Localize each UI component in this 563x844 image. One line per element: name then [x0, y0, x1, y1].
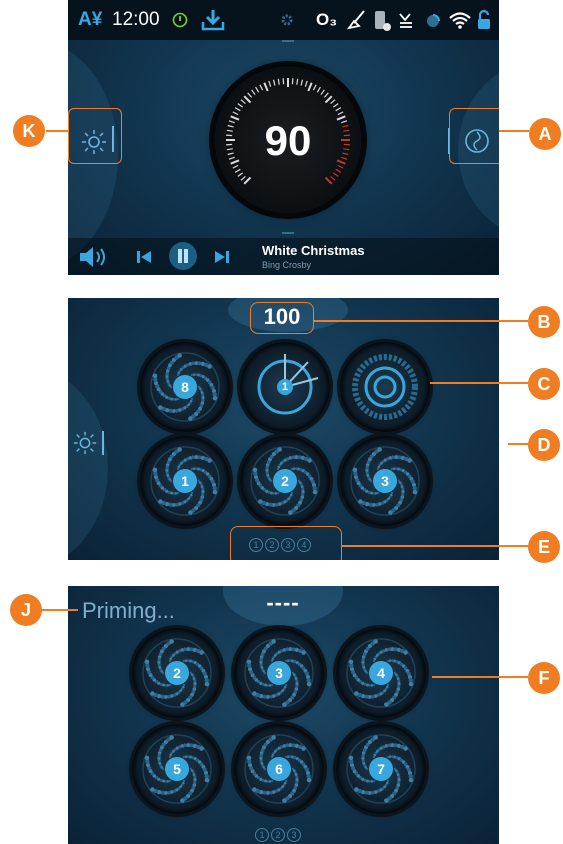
callout-line-e	[342, 545, 528, 547]
download-icon[interactable]	[200, 8, 226, 39]
dial-top-mark	[282, 40, 294, 42]
callout-line-f	[432, 676, 528, 678]
jet-number: 3	[373, 469, 397, 493]
filter-icon[interactable]	[373, 8, 391, 41]
clock[interactable]: 12:00	[112, 8, 160, 32]
page-dot[interactable]: 4	[297, 538, 311, 552]
jet-button[interactable]: 2	[132, 628, 222, 718]
callout-box-k	[68, 108, 122, 164]
callout-box-a	[449, 108, 499, 164]
status-bar: A¥ 12:00 O₃	[68, 0, 499, 40]
jet-number: 2	[165, 661, 189, 685]
heat-icon[interactable]	[398, 8, 414, 39]
callout-badge-j: J	[10, 594, 42, 626]
page-indicator[interactable]: 123	[254, 828, 302, 842]
page-dot[interactable]: 3	[287, 828, 301, 842]
jet-button[interactable]: 1	[140, 436, 230, 526]
ozone-icon[interactable]: O₃	[316, 8, 337, 32]
jet-icon[interactable]	[424, 8, 442, 39]
jet-number: 1	[277, 379, 293, 395]
priming-screen-panel: ---- Priming... 2 3 4 5 6 7 123	[68, 586, 499, 844]
volume-icon[interactable]	[78, 246, 112, 273]
jet-button[interactable]: 7	[336, 724, 426, 814]
all-jets-button[interactable]	[340, 342, 430, 432]
dial-bottom-mark	[282, 232, 294, 234]
song-artist: Bing Crosby	[262, 260, 312, 270]
clean-icon[interactable]	[346, 8, 368, 39]
callout-badge-a: A	[529, 118, 561, 150]
jet-number: 5	[165, 757, 189, 781]
jet-number: 8	[173, 375, 197, 399]
jet-number: 2	[273, 469, 297, 493]
jet-button[interactable]: 2	[240, 436, 330, 526]
jet-number: 3	[267, 661, 291, 685]
page-indicator[interactable]: 1234	[248, 538, 312, 552]
callout-badge-e: E	[528, 531, 560, 563]
pause-button[interactable]	[169, 242, 197, 270]
callout-badge-f: F	[528, 662, 560, 694]
jet-number: 6	[267, 757, 291, 781]
jet-button[interactable]: 8	[140, 342, 230, 432]
song-title: White Christmas	[262, 243, 365, 258]
top-value: 100	[263, 304, 301, 329]
unlock-icon[interactable]	[476, 8, 492, 39]
page-dot[interactable]: 1	[249, 538, 263, 552]
callout-line-b	[314, 320, 528, 322]
jet-button[interactable]: 4	[336, 628, 426, 718]
jet-button-single[interactable]: 1	[240, 342, 330, 432]
callout-line-d	[508, 443, 528, 445]
callout-badge-c: C	[528, 368, 560, 400]
wifi-icon[interactable]	[448, 8, 472, 39]
gear-icon[interactable]	[280, 8, 294, 39]
callout-line-c	[430, 382, 528, 384]
power-icon[interactable]	[172, 8, 188, 36]
keyboard-lang-label[interactable]: A¥	[78, 8, 102, 32]
page-dot[interactable]: 1	[255, 828, 269, 842]
jet-button[interactable]: 5	[132, 724, 222, 814]
callout-badge-b: B	[528, 306, 560, 338]
left-divider	[102, 431, 104, 455]
jet-number: 1	[173, 469, 197, 493]
previous-track-button[interactable]	[136, 250, 152, 269]
light-icon[interactable]	[72, 430, 98, 461]
page-dot[interactable]: 2	[271, 828, 285, 842]
jet-button[interactable]: 3	[234, 628, 324, 718]
jet-number: 4	[369, 661, 393, 685]
left-control-bg	[68, 368, 108, 560]
page-dot[interactable]: 3	[281, 538, 295, 552]
callout-badge-k: K	[13, 115, 45, 147]
speed-dial[interactable]: 90	[215, 67, 361, 213]
speed-value: 90	[264, 117, 312, 164]
page-dot[interactable]: 2	[265, 538, 279, 552]
callout-line-j	[40, 609, 78, 611]
callout-line-k	[46, 130, 68, 132]
jet-button[interactable]: 3	[340, 436, 430, 526]
priming-status: Priming...	[82, 598, 175, 623]
jet-number: 7	[369, 757, 393, 781]
top-value: ----	[266, 590, 300, 615]
callout-line-a	[499, 130, 529, 132]
next-track-button[interactable]	[214, 250, 230, 269]
jet-button[interactable]: 6	[234, 724, 324, 814]
callout-badge-d: D	[528, 429, 560, 461]
main-screen-panel: A¥ 12:00 O₃ 90 White Christmas Bing Cros…	[68, 0, 499, 275]
jets-screen-panel: 100 8 1 1 2 3 1234	[68, 298, 499, 560]
